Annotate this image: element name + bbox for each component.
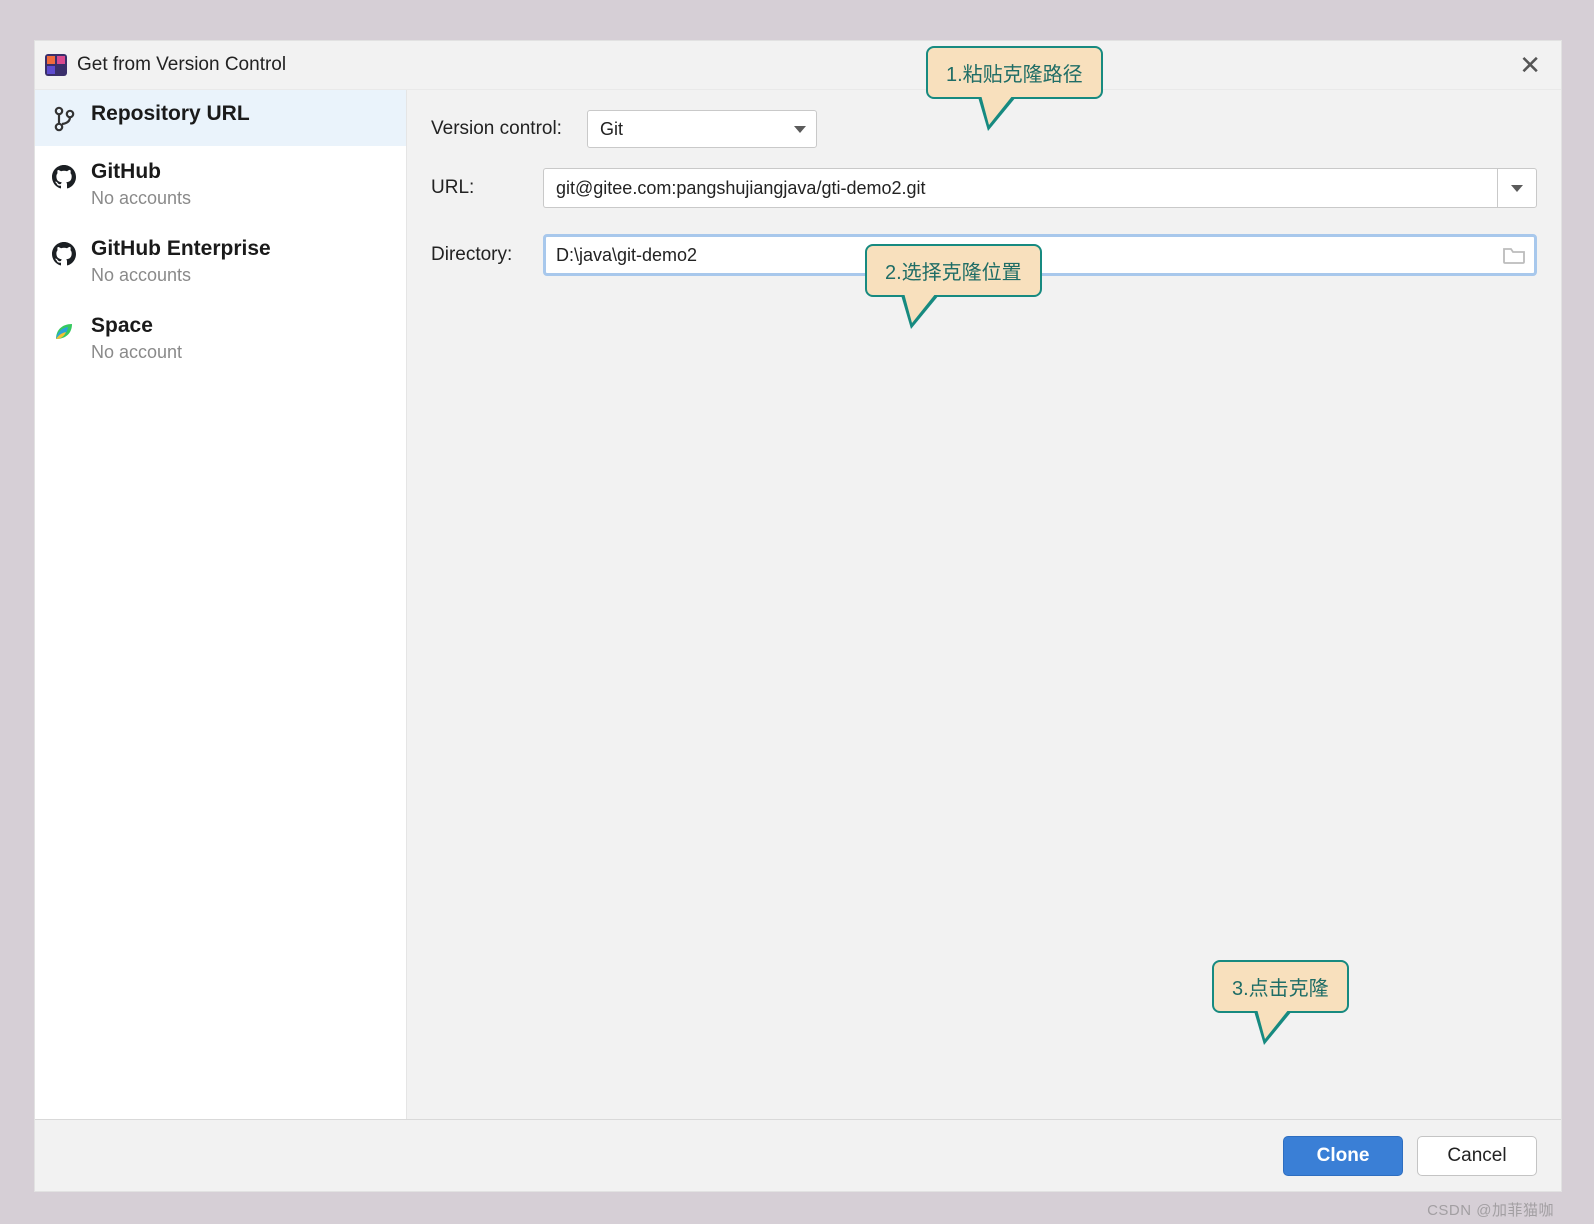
label-url: URL: [431,177,543,199]
url-history-button[interactable] [1497,168,1537,208]
button-label: Clone [1317,1145,1370,1167]
row-url: URL: [431,168,1537,208]
callout-tail-icon [1254,1011,1292,1045]
sidebar-item-space[interactable]: Space No account [35,300,406,377]
callout-tail-icon [901,295,939,329]
sidebar-item-github[interactable]: GitHub No accounts [35,146,406,223]
sidebar-item-label: GitHub Enterprise [91,237,271,261]
github-icon [49,162,79,192]
cancel-button[interactable]: Cancel [1417,1136,1537,1176]
sidebar-item-label: GitHub [91,160,191,184]
close-icon[interactable]: ✕ [1513,50,1547,81]
button-label: Cancel [1447,1145,1506,1167]
app-icon [43,52,69,78]
url-field-wrap [543,168,1537,208]
clone-button[interactable]: Clone [1283,1136,1403,1176]
sidebar-item-sub: No accounts [91,188,191,209]
dialog-footer: Clone Cancel [35,1119,1561,1191]
space-icon [49,316,79,346]
github-icon [49,239,79,269]
sidebar-item-repository-url[interactable]: Repository URL [35,90,406,146]
chevron-down-icon [794,126,806,133]
sidebar: Repository URL GitHub No accounts GitHub… [35,90,407,1119]
branch-icon [49,104,79,134]
annotation-callout-3: 3.点击克隆 [1212,960,1349,1013]
watermark: CSDN @加菲猫咖 [1427,1199,1554,1220]
label-directory: Directory: [431,244,543,266]
url-input[interactable] [543,168,1497,208]
sidebar-item-sub: No account [91,342,182,363]
annotation-callout-2: 2.选择克隆位置 [865,244,1042,297]
callout-text: 1.粘贴克隆路径 [946,64,1083,86]
callout-text: 3.点击克隆 [1232,978,1329,1000]
sidebar-item-label: Repository URL [91,102,250,126]
chevron-down-icon [1511,185,1523,192]
sidebar-item-sub: No accounts [91,265,271,286]
version-control-select[interactable]: Git [587,110,817,148]
folder-icon [1503,246,1525,264]
sidebar-item-github-enterprise[interactable]: GitHub Enterprise No accounts [35,223,406,300]
annotation-callout-1: 1.粘贴克隆路径 [926,46,1103,99]
label-version-control: Version control: [431,118,587,140]
callout-tail-icon [978,97,1016,131]
dialog-title: Get from Version Control [77,54,286,76]
titlebar: Get from Version Control ✕ [35,41,1561,89]
version-control-value: Git [600,119,794,140]
browse-directory-button[interactable] [1494,237,1534,273]
sidebar-item-label: Space [91,314,182,338]
vcs-clone-dialog: Get from Version Control ✕ Repository UR… [34,40,1562,1192]
callout-text: 2.选择克隆位置 [885,262,1022,284]
